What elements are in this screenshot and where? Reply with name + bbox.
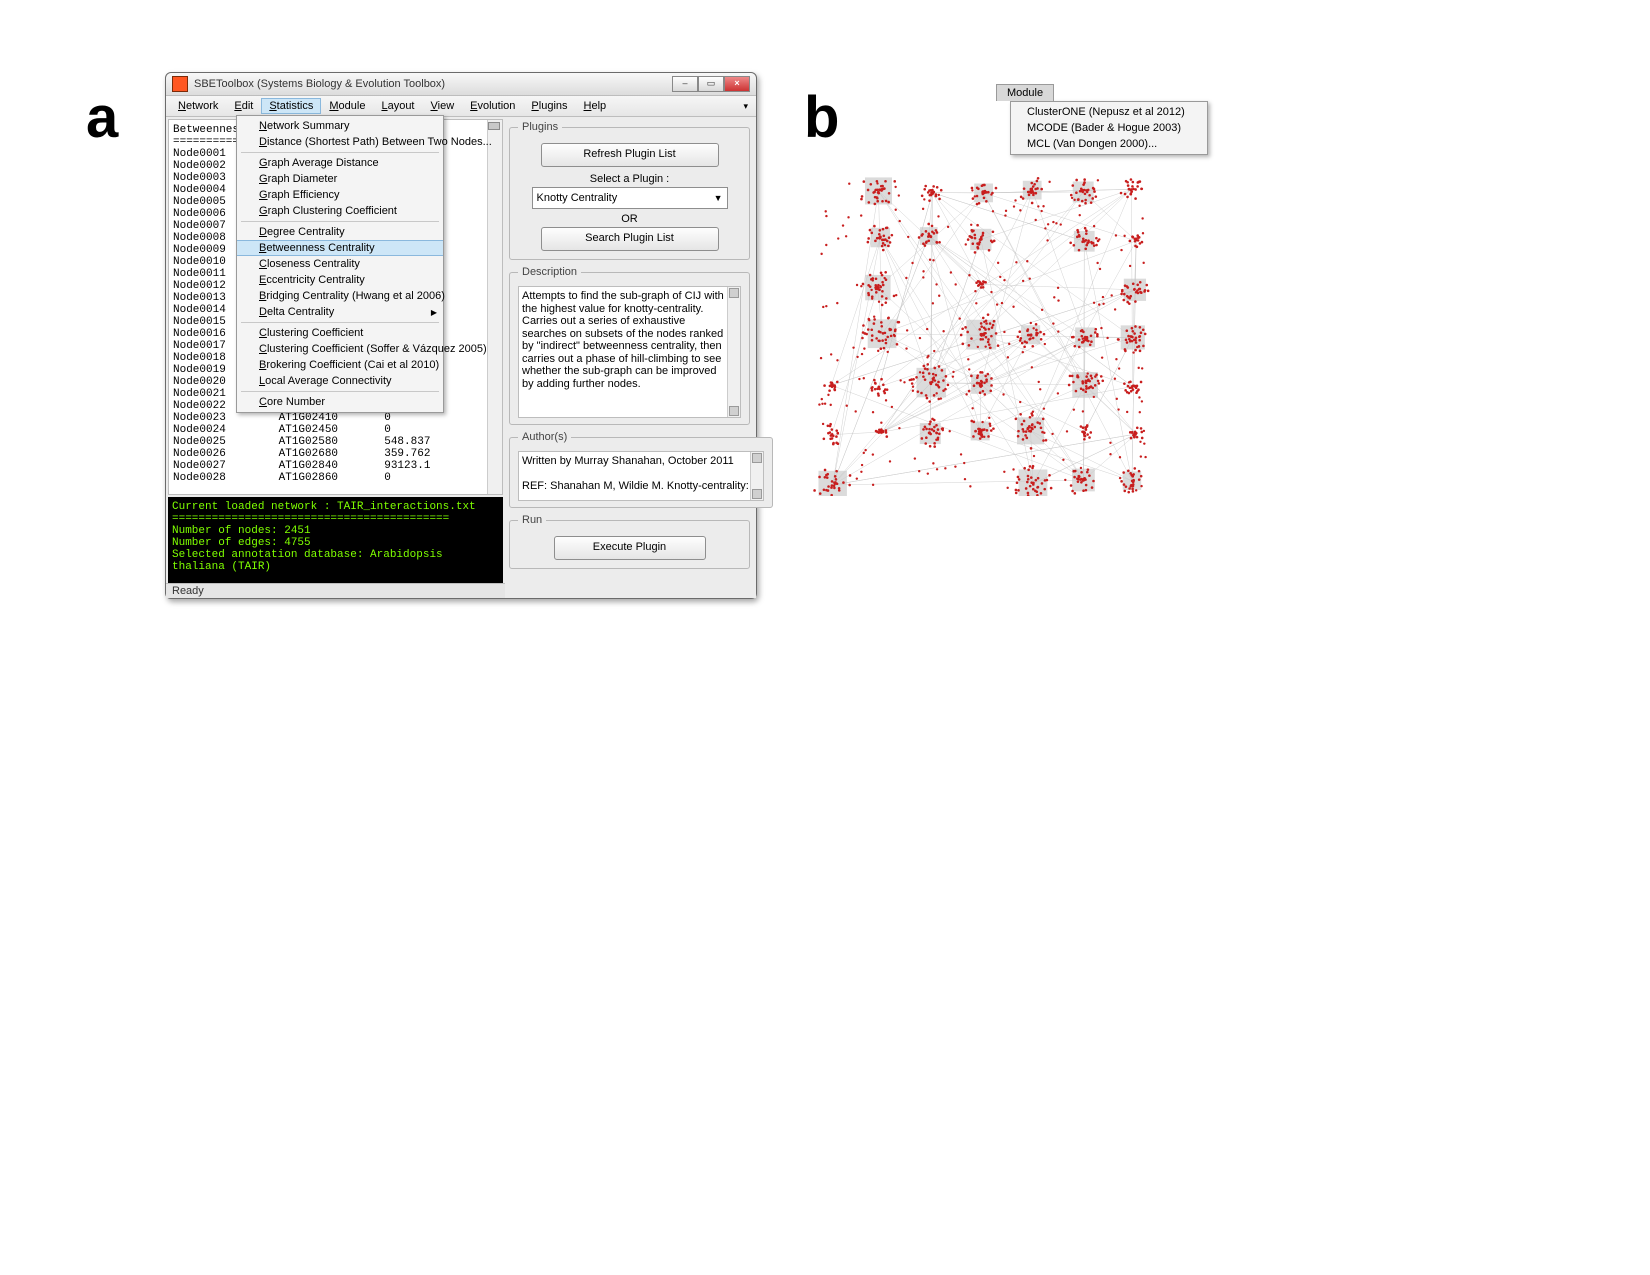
authors-text[interactable]: Written by Murray Shanahan, October 2011…	[518, 451, 764, 501]
select-plugin-label: Select a Plugin :	[518, 173, 741, 185]
menu-separator	[241, 391, 439, 392]
menu-item[interactable]: Degree Centrality	[237, 224, 443, 240]
description-legend: Description	[518, 266, 581, 278]
menu-item[interactable]: Closeness Centrality	[237, 256, 443, 272]
module-tab[interactable]: Module	[996, 84, 1054, 101]
plugins-legend: Plugins	[518, 121, 562, 133]
authors-legend: Author(s)	[518, 431, 571, 443]
console-pane: Current loaded network : TAIR_interactio…	[168, 497, 503, 583]
or-label: OR	[518, 213, 741, 225]
maximize-button[interactable]: ▭	[698, 76, 724, 92]
scrollbar[interactable]	[750, 452, 763, 500]
run-legend: Run	[518, 514, 546, 526]
statistics-menu-dropdown: Network SummaryDistance (Shortest Path) …	[236, 115, 444, 413]
search-plugin-button[interactable]: Search Plugin List	[541, 227, 719, 251]
module-menu: Module ClusterONE (Nepusz et al 2012)MCO…	[996, 84, 1208, 155]
menu-item[interactable]: Clustering Coefficient (Soffer & Vázquez…	[237, 341, 443, 357]
app-window: SBEToolbox (Systems Biology & Evolution …	[165, 72, 757, 599]
run-group: Run Execute Plugin	[509, 514, 750, 569]
module-menu-item[interactable]: ClusterONE (Nepusz et al 2012)	[1011, 104, 1207, 120]
panel-b-label: b	[804, 84, 839, 151]
menu-separator	[241, 152, 439, 153]
menu-separator	[241, 322, 439, 323]
menu-layout[interactable]: Layout	[373, 98, 422, 114]
menu-item[interactable]: Eccentricity Centrality	[237, 272, 443, 288]
close-button[interactable]: ×	[724, 76, 750, 92]
menu-evolution[interactable]: Evolution	[462, 98, 523, 114]
network-canvas[interactable]	[812, 176, 1152, 496]
module-menu-body: ClusterONE (Nepusz et al 2012)MCODE (Bad…	[1010, 101, 1208, 155]
menu-item[interactable]: Clustering Coefficient	[237, 325, 443, 341]
menu-item[interactable]: Graph Diameter	[237, 171, 443, 187]
module-menu-item[interactable]: MCODE (Bader & Hogue 2003)	[1011, 120, 1207, 136]
menu-item[interactable]: Delta Centrality▶	[237, 304, 443, 320]
description-text[interactable]: Attempts to find the sub-graph of CIJ wi…	[518, 286, 741, 418]
scrollbar[interactable]	[727, 287, 740, 417]
menu-edit[interactable]: Edit	[226, 98, 261, 114]
refresh-plugin-button[interactable]: Refresh Plugin List	[541, 143, 719, 167]
menu-item[interactable]: Graph Average Distance	[237, 155, 443, 171]
chevron-down-icon: ▼	[714, 193, 723, 203]
titlebar[interactable]: SBEToolbox (Systems Biology & Evolution …	[166, 73, 756, 96]
menu-module[interactable]: Module	[321, 98, 373, 114]
minimize-button[interactable]: –	[672, 76, 698, 92]
plugin-select-value: Knotty Centrality	[537, 192, 618, 204]
menu-item[interactable]: Graph Efficiency	[237, 187, 443, 203]
plugins-group: Plugins Refresh Plugin List Select a Plu…	[509, 121, 750, 260]
menu-statistics[interactable]: Statistics	[261, 98, 321, 114]
scroll-thumb[interactable]	[488, 122, 500, 130]
statusbar: Ready	[166, 583, 505, 598]
app-icon	[172, 76, 188, 92]
menu-item[interactable]: Core Number	[237, 394, 443, 410]
plugin-select[interactable]: Knotty Centrality ▼	[532, 187, 728, 209]
authors-line: Written by Murray Shanahan, October 2011	[522, 455, 749, 468]
authors-group: Author(s) Written by Murray Shanahan, Oc…	[509, 431, 773, 508]
menu-view[interactable]: View	[423, 98, 463, 114]
scrollbar[interactable]	[487, 120, 502, 494]
menu-plugins[interactable]: Plugins	[523, 98, 575, 114]
description-content: Attempts to find the sub-graph of CIJ wi…	[522, 290, 724, 390]
description-group: Description Attempts to find the sub-gra…	[509, 266, 750, 425]
panel-a-label: a	[86, 84, 118, 151]
execute-plugin-button[interactable]: Execute Plugin	[554, 536, 706, 560]
menu-separator	[241, 221, 439, 222]
menu-item[interactable]: Local Average Connectivity	[237, 373, 443, 389]
menu-item[interactable]: Bridging Centrality (Hwang et al 2006)	[237, 288, 443, 304]
menu-item[interactable]: Betweenness Centrality	[237, 240, 443, 256]
menu-item[interactable]: Distance (Shortest Path) Between Two Nod…	[237, 134, 443, 150]
submenu-caret-icon: ▶	[431, 308, 437, 317]
menu-overflow-icon[interactable]: ▾	[739, 101, 752, 112]
menubar: NetworkEditStatisticsModuleLayoutViewEvo…	[166, 96, 756, 117]
menu-network[interactable]: Network	[170, 98, 226, 114]
menu-item[interactable]: Graph Clustering Coefficient	[237, 203, 443, 219]
menu-help[interactable]: Help	[576, 98, 615, 114]
window-title: SBEToolbox (Systems Biology & Evolution …	[194, 78, 445, 90]
menu-item[interactable]: Brokering Coefficient (Cai et al 2010)	[237, 357, 443, 373]
authors-ref: REF: Shanahan M, Wildie M. Knotty-centra…	[522, 480, 749, 493]
menu-item[interactable]: Network Summary	[237, 118, 443, 134]
module-menu-item[interactable]: MCL (Van Dongen 2000)...	[1011, 136, 1207, 152]
